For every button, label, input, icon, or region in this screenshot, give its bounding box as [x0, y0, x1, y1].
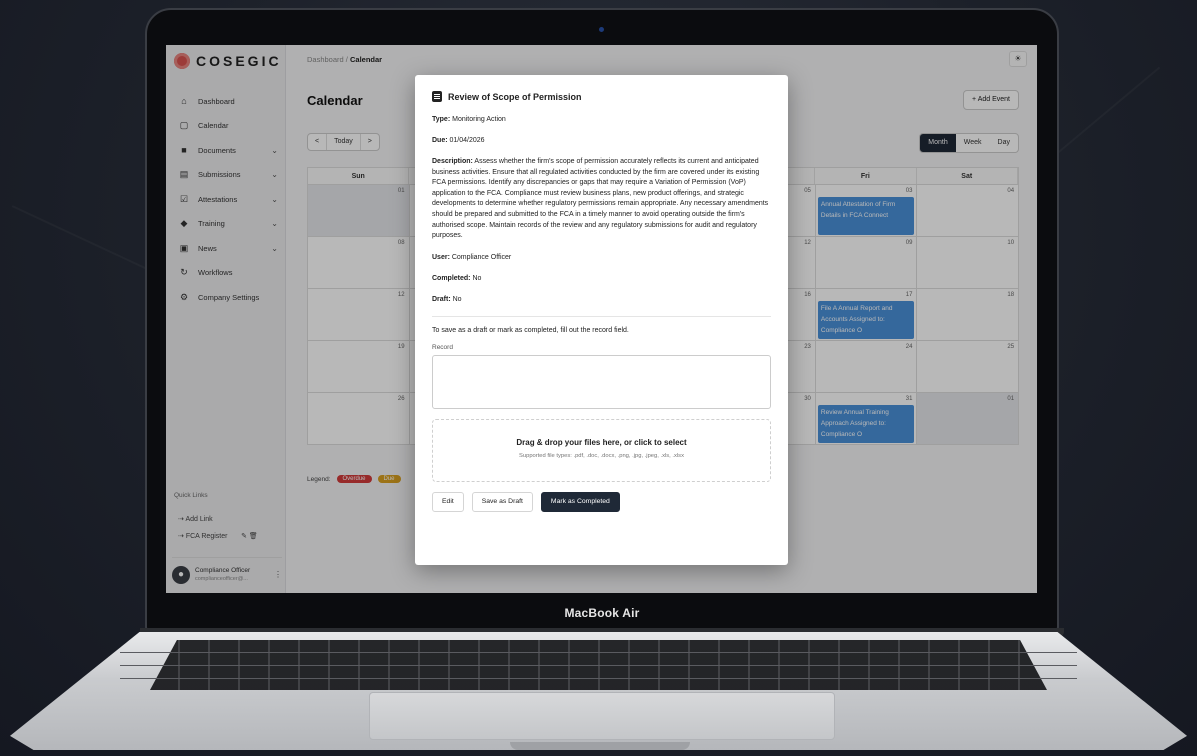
type-row: Type: Monitoring Action [432, 115, 771, 125]
user-value: Compliance Officer [451, 253, 512, 261]
modal-actions: Edit Save as Draft Mark as Completed [432, 491, 771, 512]
device-label: MacBook Air [564, 606, 640, 620]
save-draft-button[interactable]: Save as Draft [471, 491, 533, 512]
description-text: Assess whether the firm's scope of permi… [432, 158, 769, 240]
task-detail-modal: Review of Scope of Permission Type: Moni… [415, 75, 788, 565]
draft-value: No [452, 295, 462, 303]
divider [432, 315, 771, 317]
trackpad [369, 692, 835, 740]
record-label: Record [432, 343, 453, 351]
key-row-line [120, 665, 1077, 666]
record-field[interactable] [432, 354, 771, 409]
draft-label: Draft: [432, 295, 451, 303]
type-value: Monitoring Action [452, 116, 506, 123]
description-row: Description: Assess whether the firm's s… [432, 157, 771, 242]
draft-row: Draft: No [432, 295, 771, 305]
mark-completed-button[interactable]: Mark as Completed [540, 491, 620, 512]
modal-title: Review of Scope of Permission [448, 91, 582, 102]
dropzone-title: Drag & drop your files here, or click to… [516, 437, 687, 447]
record-hint: To save as a draft or mark as completed,… [432, 326, 629, 334]
description-label: Description: [432, 158, 473, 165]
key-row-line [120, 678, 1077, 679]
due-value: 01/04/2026 [449, 137, 485, 144]
edit-button[interactable]: Edit [432, 491, 464, 512]
user-row: User: Compliance Officer [432, 253, 771, 263]
due-row: Due: 01/04/2026 [432, 136, 771, 146]
modal-title-row: Review of Scope of Permission [432, 91, 771, 102]
file-dropzone[interactable]: Drag & drop your files here, or click to… [432, 418, 771, 482]
due-label: Due: [432, 137, 448, 144]
camera-icon [599, 27, 604, 32]
completed-value: No [472, 274, 482, 282]
clipboard-icon [432, 91, 442, 102]
type-label: Type: [432, 116, 451, 123]
completed-label: Completed: [432, 274, 471, 282]
completed-row: Completed: No [432, 274, 771, 284]
laptop-front-lip [510, 742, 690, 750]
dropzone-subtitle: Supported file types: .pdf, .doc, .docx,… [519, 452, 684, 459]
key-row-line [120, 652, 1077, 653]
user-label: User: [432, 253, 450, 261]
laptop-screen: COSEGIC ⌂ Dashboard ▢ Calendar ■ Documents ⌄ ▤ S… [166, 45, 1037, 593]
